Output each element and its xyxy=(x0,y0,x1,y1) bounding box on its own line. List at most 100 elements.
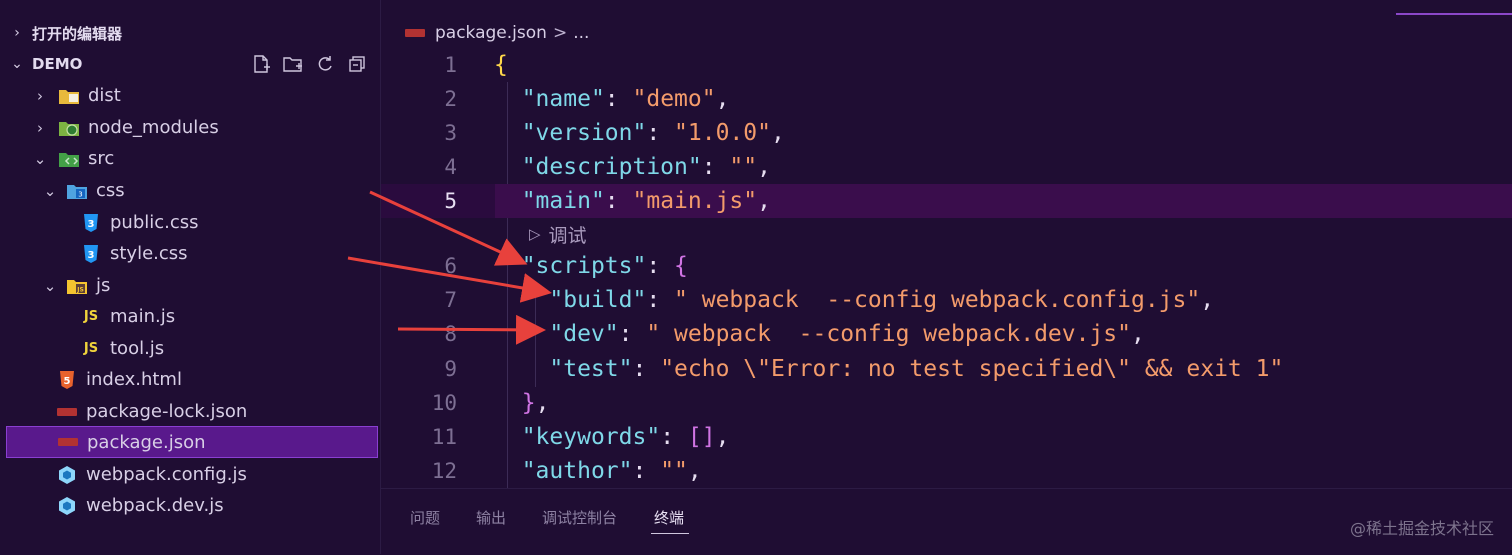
collapse-all-icon[interactable] xyxy=(346,53,368,75)
code-token: "author" xyxy=(521,458,633,484)
tree-item-public-css[interactable]: 3 public.css xyxy=(6,207,378,238)
breadcrumb-more[interactable]: ... xyxy=(573,23,589,43)
code-text: "description": "", xyxy=(494,154,771,180)
svg-text:JS: JS xyxy=(76,286,84,293)
tree-item-js[interactable]: ⌄ JS js xyxy=(6,270,378,301)
code-token: , xyxy=(535,390,550,416)
tree-item-main-js[interactable]: JS main.js xyxy=(6,301,378,332)
explorer-sidebar: › 打开的编辑器 ⌄ DEMO › dist › node_modules ⌄ … xyxy=(0,0,381,554)
code-line[interactable]: 7 "build": " webpack --config webpack.co… xyxy=(381,283,1512,317)
npm-icon xyxy=(405,29,425,37)
svg-text:3: 3 xyxy=(88,219,95,230)
tree-item-package-json[interactable]: package.json xyxy=(6,426,378,458)
tree-item-label: webpack.config.js xyxy=(86,464,247,485)
webpack-icon xyxy=(56,496,78,516)
tree-item-label: package.json xyxy=(87,431,206,453)
code-token: , xyxy=(1200,287,1215,313)
code-token: : xyxy=(632,458,661,484)
code-token: "dev" xyxy=(549,321,619,347)
tab-output[interactable]: 输出 xyxy=(476,507,506,528)
tab-problems[interactable]: 问题 xyxy=(410,507,440,528)
tree-item-label: webpack.dev.js xyxy=(86,495,224,516)
tree-item-label: dist xyxy=(88,85,121,106)
npm-icon xyxy=(57,432,79,452)
code-token: : xyxy=(618,321,647,347)
css-file-icon: 3 xyxy=(80,213,102,233)
code-editor[interactable]: package.json > ... 1{2 "name": "demo", 3 … xyxy=(381,0,1512,488)
tree-item-label: node_modules xyxy=(88,117,219,138)
tree-item-dist[interactable]: › dist xyxy=(6,80,378,111)
tree-item-node-modules[interactable]: › node_modules xyxy=(6,112,378,143)
line-number: 1 xyxy=(444,53,457,77)
code-text: "version": "1.0.0", xyxy=(494,120,785,146)
tree-item-tool-js[interactable]: JS tool.js xyxy=(6,333,378,364)
open-editors-section[interactable]: › 打开的编辑器 xyxy=(0,17,380,49)
tree-item-label: package-lock.json xyxy=(86,401,248,422)
chevron-right-icon: › xyxy=(37,86,43,105)
code-token: "" xyxy=(729,154,758,180)
code-token: : xyxy=(632,356,661,382)
tree-item-src[interactable]: ⌄ src xyxy=(6,143,378,174)
refresh-icon[interactable] xyxy=(314,53,336,75)
code-line[interactable]: 1{ xyxy=(381,48,1512,82)
folder-node-icon xyxy=(58,118,80,138)
codelens-label: 调试 xyxy=(548,224,587,247)
code-line[interactable]: 9 "test": "echo \"Error: no test specifi… xyxy=(381,352,1512,386)
code-text: "dev": " webpack --config webpack.dev.js… xyxy=(494,321,1145,347)
code-line[interactable]: 5 "main": "main.js", xyxy=(381,184,1512,218)
html-file-icon: 5 xyxy=(56,370,78,390)
line-number: 12 xyxy=(431,459,457,483)
breadcrumb-file[interactable]: package.json xyxy=(435,23,547,43)
code-token: "description" xyxy=(521,154,702,180)
line-number: 3 xyxy=(444,121,457,145)
code-text: "author": "", xyxy=(494,458,702,484)
code-token: "" xyxy=(660,458,688,484)
tree-item-label: style.css xyxy=(110,243,188,264)
code-token: : xyxy=(701,154,730,180)
code-text: { xyxy=(494,52,508,78)
chevron-down-icon: ⌄ xyxy=(33,149,47,168)
code-line[interactable]: 2 "name": "demo", xyxy=(381,82,1512,116)
tree-item-webpack-config-js[interactable]: webpack.config.js xyxy=(6,459,378,490)
tab-debug-console[interactable]: 调试控制台 xyxy=(542,507,617,528)
tab-terminal[interactable]: 终端 xyxy=(654,507,684,528)
line-number: 7 xyxy=(444,288,457,312)
chevron-right-icon: › xyxy=(14,25,20,41)
tree-item-index-html[interactable]: 5 index.html xyxy=(6,364,378,395)
new-folder-icon[interactable] xyxy=(282,53,304,75)
tree-item-css[interactable]: ⌄ 3 css xyxy=(6,175,378,206)
code-text: "scripts": { xyxy=(494,253,688,279)
new-file-icon[interactable] xyxy=(250,53,272,75)
chevron-down-icon: ⌄ xyxy=(43,276,57,295)
css-file-icon: 3 xyxy=(80,244,102,264)
line-number: 4 xyxy=(444,155,457,179)
folder-src-icon xyxy=(58,149,80,169)
watermark: @稀土掘金技术社区 xyxy=(1349,519,1494,538)
tree-item-webpack-dev-js[interactable]: webpack.dev.js xyxy=(6,490,378,521)
line-number: 5 xyxy=(444,189,457,213)
svg-text:3: 3 xyxy=(78,190,82,198)
code-line[interactable]: 4 "description": "", xyxy=(381,150,1512,184)
code-line[interactable]: 8 "dev": " webpack --config webpack.dev.… xyxy=(381,317,1512,351)
code-text: }, xyxy=(494,390,550,416)
tree-item-package-lock-json[interactable]: package-lock.json xyxy=(6,396,378,427)
code-token: { xyxy=(494,52,508,78)
tree-item-style-css[interactable]: 3 style.css xyxy=(6,238,378,269)
code-line[interactable]: 10 }, xyxy=(381,386,1512,420)
code-line[interactable]: 11 "keywords": [], xyxy=(381,420,1512,454)
code-line[interactable]: 6 "scripts": { xyxy=(381,249,1512,283)
line-number: 2 xyxy=(444,87,457,111)
tree-item-label: src xyxy=(88,148,115,169)
debug-codelens[interactable]: ▷ 调试 xyxy=(529,221,587,247)
code-token: , xyxy=(1131,321,1145,347)
code-line[interactable]: 12 "author": "", xyxy=(381,454,1512,488)
chevron-right-icon: › xyxy=(37,118,43,137)
folder-css-icon: 3 xyxy=(66,181,88,201)
section-label: 打开的编辑器 xyxy=(32,24,123,43)
code-line[interactable]: 3 "version": "1.0.0", xyxy=(381,116,1512,150)
breadcrumb: package.json > ... xyxy=(405,20,589,46)
